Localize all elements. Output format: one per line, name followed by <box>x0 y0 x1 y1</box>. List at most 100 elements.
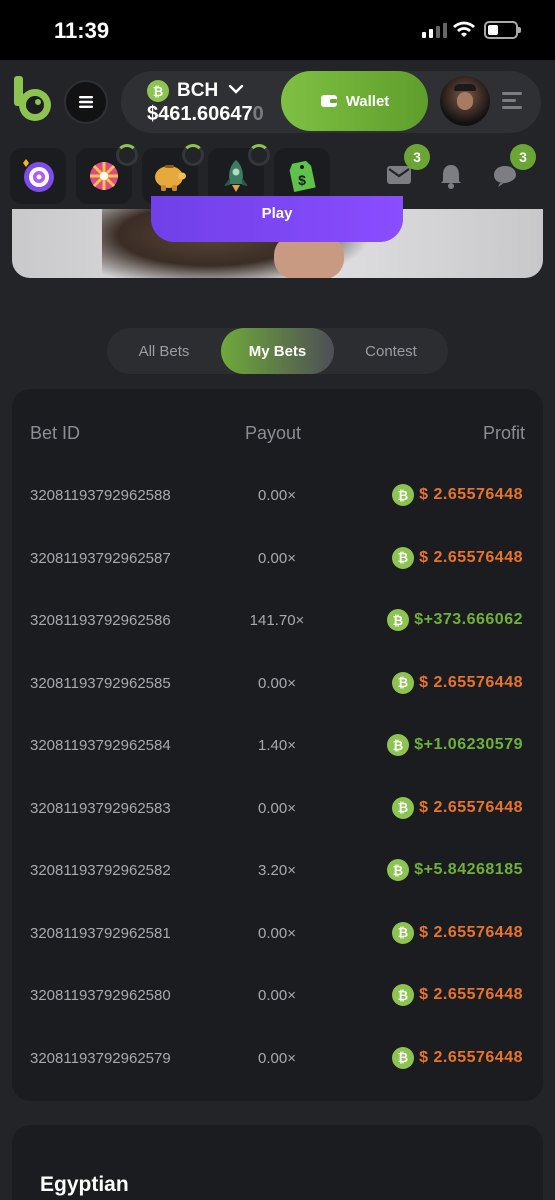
progress-ring <box>182 144 204 166</box>
profit-cell: ₿ $ 2.65576448 <box>392 484 523 506</box>
column-header-profit: Profit <box>482 423 525 443</box>
payout-cell: 0.00× <box>258 987 296 1004</box>
game-card[interactable]: Egyptian <box>12 1125 543 1200</box>
wheel-tile[interactable] <box>76 144 138 204</box>
table-row[interactable]: 32081193792962587 0.00× ₿ $ 2.65576448 <box>12 546 543 612</box>
column-header-payout: Payout <box>245 423 302 443</box>
profit-cell: ₿ $ 2.65576448 <box>392 546 523 569</box>
bet-id-cell: 32081193792962586 <box>30 612 171 629</box>
piggy-bank-icon <box>155 165 186 191</box>
profit-cell: ₿ $+1.06230579 <box>387 734 523 756</box>
profit-value: $ 2.65576448 <box>419 673 523 691</box>
bch-coin-icon: ₿ <box>387 734 410 756</box>
wallet-icon <box>320 95 337 107</box>
wifi-icon <box>453 21 475 37</box>
bch-coin-icon: ₿ <box>387 859 410 881</box>
bet-id-cell: 32081193792962585 <box>30 674 171 692</box>
table-row[interactable]: 32081193792962582 3.20× ₿ $+5.84268185 <box>12 859 543 924</box>
column-header-bet-id: Bet ID <box>30 423 81 443</box>
bch-coin-icon: ₿ <box>392 546 415 569</box>
table-row[interactable]: 32081193792962588 0.00× ₿ $ 2.65576448 <box>12 484 543 549</box>
profit-value: $ 2.65576448 <box>419 486 523 503</box>
table-row[interactable]: 32081193792962584 1.40× ₿ $+1.06230579 <box>12 734 543 799</box>
bch-coin-icon: ₿ <box>147 80 169 102</box>
profit-cell: ₿ $ 2.65576448 <box>392 671 523 694</box>
menu-button[interactable] <box>64 80 108 124</box>
table-row[interactable]: 32081193792962580 0.00× ₿ $ 2.65576448 <box>12 984 543 1049</box>
profit-value: $+1.06230579 <box>414 736 523 753</box>
bch-coin-icon: ₿ <box>392 484 415 506</box>
profit-value: $+5.84268185 <box>414 861 523 878</box>
wallet-button[interactable]: Wallet <box>281 71 428 131</box>
wheel-icon <box>90 162 118 190</box>
payout-cell: 0.00× <box>258 674 296 692</box>
payout-cell: 0.00× <box>258 487 296 504</box>
avatar[interactable] <box>440 76 490 126</box>
bet-id-cell: 32081193792962584 <box>30 737 171 754</box>
progress-ring <box>116 144 138 166</box>
play-button[interactable]: Play <box>151 196 403 242</box>
bch-coin-icon: ₿ <box>392 921 415 944</box>
svg-text:$: $ <box>298 172 306 188</box>
profit-value: $ 2.65576448 <box>419 923 523 941</box>
bell-icon[interactable] <box>439 163 463 189</box>
payout-cell: 141.70× <box>249 612 305 629</box>
payout-cell: 0.00× <box>258 1049 296 1067</box>
bet-id-cell: 32081193792962581 <box>30 924 171 942</box>
bets-table: Bet ID Payout Profit 32081193792962588 0.… <box>12 389 543 1101</box>
bets-tabs: All Bets My Bets Contest <box>107 328 448 374</box>
tab-contest[interactable]: Contest <box>334 328 448 374</box>
status-bar: 11:39 <box>0 0 555 60</box>
profit-cell: ₿ $+5.84268185 <box>387 859 523 881</box>
table-row[interactable]: 32081193792962586 141.70× ₿ $+373.666062 <box>12 609 543 674</box>
progress-ring <box>248 144 270 166</box>
signal-icon <box>422 22 447 38</box>
mail-badge: 3 <box>404 144 430 170</box>
payout-cell: 0.00× <box>258 549 296 567</box>
profit-value: $ 2.65576448 <box>419 986 523 1003</box>
logo-icon[interactable] <box>14 76 52 122</box>
battery-icon <box>484 21 521 39</box>
profit-value: $+373.666062 <box>414 611 523 628</box>
bet-id-cell: 32081193792962579 <box>30 1049 171 1067</box>
bch-coin-icon: ₿ <box>392 671 415 694</box>
target-game-tile[interactable] <box>10 148 66 204</box>
bet-id-cell: 32081193792962587 <box>30 549 171 567</box>
bch-coin-icon: ₿ <box>392 984 415 1006</box>
profit-cell: ₿ $+373.666062 <box>387 609 523 631</box>
chat-badge: 3 <box>510 144 536 170</box>
bet-id-cell: 32081193792962583 <box>30 799 171 817</box>
bch-coin-icon: ₿ <box>387 609 410 631</box>
status-time: 11:39 <box>54 18 110 43</box>
target-icon <box>23 159 54 192</box>
profit-value: $ 2.65576448 <box>419 548 523 566</box>
bch-coin-icon: ₿ <box>392 1046 415 1069</box>
profit-cell: ₿ $ 2.65576448 <box>392 984 523 1006</box>
bet-id-cell: 32081193792962582 <box>30 862 171 879</box>
profit-value: $ 2.65576448 <box>419 798 523 816</box>
chat-icon[interactable] <box>492 164 518 188</box>
payout-cell: 0.00× <box>258 799 296 817</box>
table-row[interactable]: 32081193792962585 0.00× ₿ $ 2.65576448 <box>12 671 543 737</box>
list-icon[interactable] <box>502 92 522 113</box>
bet-id-cell: 32081193792962580 <box>30 987 171 1004</box>
table-row[interactable]: 32081193792962581 0.00× ₿ $ 2.65576448 <box>12 921 543 987</box>
chevron-down-icon <box>228 84 244 94</box>
rocket-icon <box>224 160 248 192</box>
table-row[interactable]: 32081193792962579 0.00× ₿ $ 2.65576448 <box>12 1046 543 1112</box>
table-row[interactable]: 32081193792962583 0.00× ₿ $ 2.65576448 <box>12 796 543 862</box>
profit-cell: ₿ $ 2.65576448 <box>392 921 523 944</box>
payout-cell: 3.20× <box>258 862 296 879</box>
balance-amount: $461.606470 <box>147 103 264 125</box>
tab-all-bets[interactable]: All Bets <box>107 328 221 374</box>
balance-currency: BCH <box>177 80 219 101</box>
profit-value: $ 2.65576448 <box>419 1048 523 1066</box>
price-tag-icon: $ <box>289 160 316 192</box>
bch-coin-icon: ₿ <box>392 796 415 819</box>
profit-cell: ₿ $ 2.65576448 <box>392 1046 523 1069</box>
profit-cell: ₿ $ 2.65576448 <box>392 796 523 819</box>
bet-id-cell: 32081193792962588 <box>30 487 171 504</box>
tab-my-bets[interactable]: My Bets <box>221 328 334 374</box>
payout-cell: 0.00× <box>258 924 296 942</box>
game-title: Egyptian <box>40 1173 129 1196</box>
